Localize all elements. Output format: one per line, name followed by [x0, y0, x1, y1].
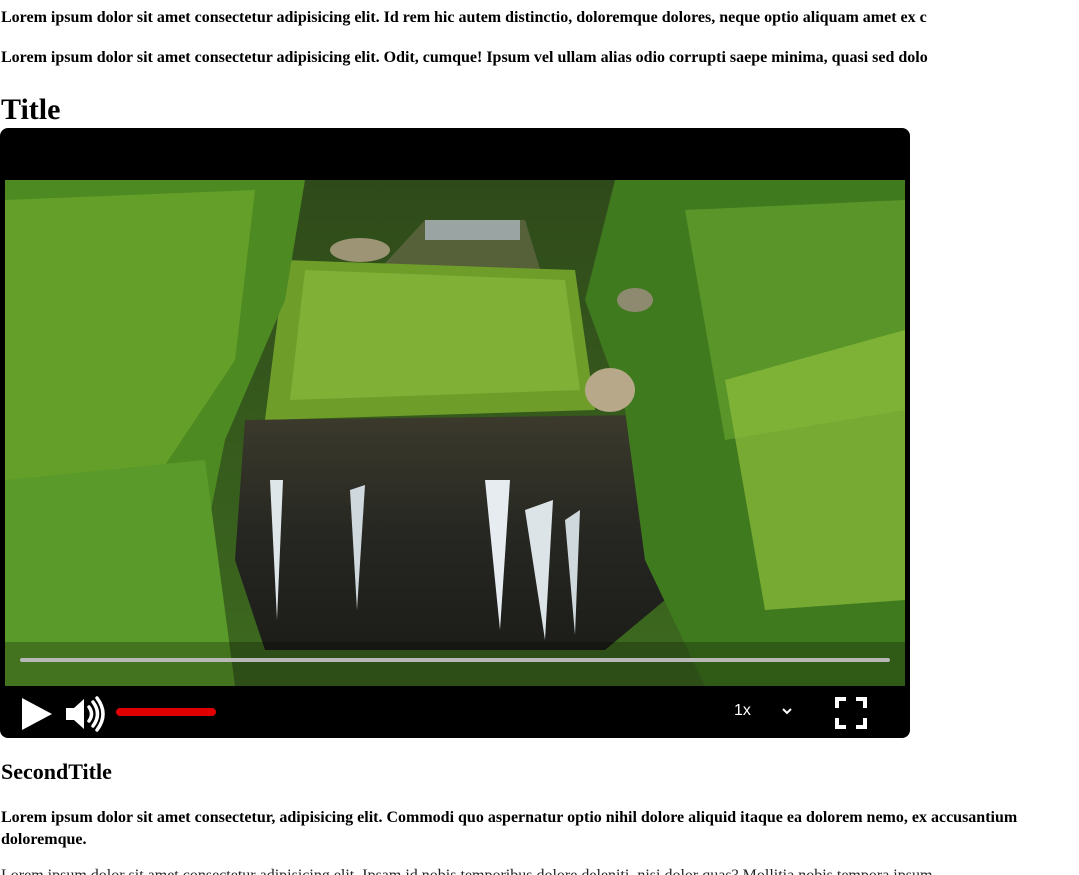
intro-paragraph-2: Lorem ipsum dolor sit amet consectetur a…: [1, 49, 928, 66]
progress-bar[interactable]: [20, 658, 890, 662]
volume-slider[interactable]: [116, 702, 216, 722]
section-paragraph-2: Lorem ipsum dolor sit amet consectetur a…: [1, 866, 1079, 875]
section-title: SecondTitle: [1, 759, 112, 784]
play-button[interactable]: [18, 696, 54, 732]
volume-level-fill: [116, 708, 216, 716]
player-controls: 1x: [0, 686, 910, 738]
fullscreen-icon: [835, 697, 867, 729]
volume-button[interactable]: [64, 696, 108, 732]
play-icon: [22, 698, 52, 730]
video-frame[interactable]: [5, 180, 905, 686]
playback-speed-value: 1x: [734, 702, 751, 719]
fullscreen-button[interactable]: [834, 696, 868, 730]
playback-speed-select[interactable]: 1x: [730, 696, 810, 726]
volume-high-icon: [66, 696, 105, 732]
video-player[interactable]: 1x: [0, 128, 910, 738]
page-title: Title: [1, 93, 61, 126]
video-picture-waterfall: [5, 180, 905, 686]
chevron-down-icon: [782, 708, 792, 715]
intro-paragraph-1: Lorem ipsum dolor sit amet consectetur a…: [1, 9, 927, 26]
section-paragraph-1: Lorem ipsum dolor sit amet consectetur, …: [1, 809, 1018, 848]
